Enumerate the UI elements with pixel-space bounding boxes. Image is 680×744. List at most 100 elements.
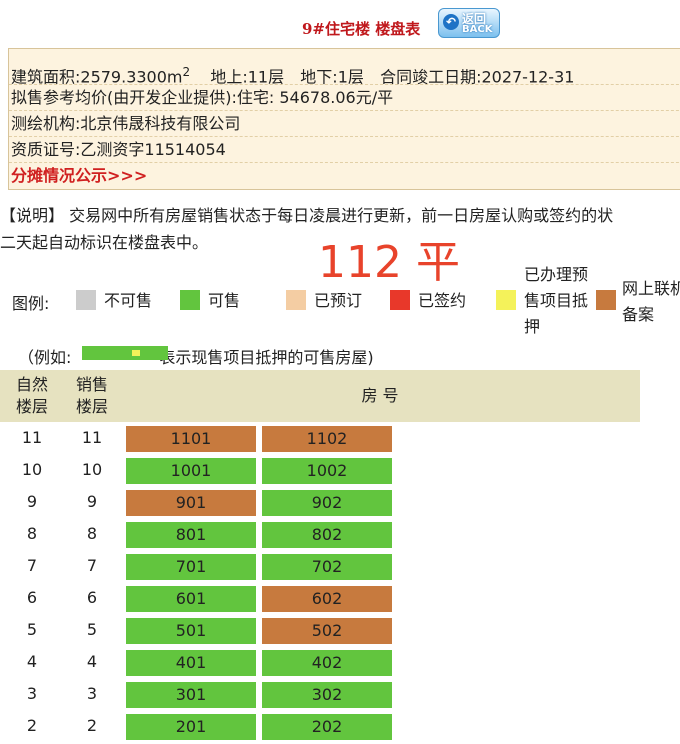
unit-cell[interactable]: 402 [262,650,392,676]
sales-floor-cell: 9 [86,492,98,511]
natural-floor-cell: 3 [26,684,38,703]
unit-cell[interactable]: 602 [262,586,392,612]
unit-cell[interactable]: 902 [262,490,392,516]
table-row: 4 4 401 402 [0,646,640,678]
sales-floor-cell: 5 [86,620,98,639]
table-row: 7 7 701 702 [0,550,640,582]
note-line-1: 【说明】 交易网中所有房屋销售状态于每日凌晨进行更新，前一日房屋认购或签约的状 [0,206,614,225]
legend-swatch-reserved [286,290,306,310]
floors-above: 地上:11层 [210,67,285,87]
sales-floor-cell: 8 [86,524,98,543]
certificate-number: 资质证号:乙测资字11514054 [11,140,226,159]
table-row: 3 3 301 302 [0,678,640,710]
legend-label: 图例: [12,294,50,313]
example-prefix: （例如: [18,348,72,367]
back-arrow-icon: ↶ [443,14,459,30]
header: 9#住宅楼 楼盘表 ↶ 返回 BACK [0,6,680,40]
unit-cell[interactable]: 702 [262,554,392,580]
legend: 图例: 不可售 可售 已预订 已签约 已办理预 售项目抵 押 网上联机 备案 [0,262,680,342]
legend-text-available: 可售 [208,291,241,310]
col-room-number: 房 号 [361,386,399,405]
natural-floor-cell: 11 [21,428,43,447]
completion-date: 合同竣工日期:2027-12-31 [380,67,575,87]
sales-floor-cell: 4 [86,652,98,671]
legend-text-signed: 已签约 [418,291,467,310]
floors-below: 地下:1层 [300,67,364,87]
natural-floor-cell: 2 [26,716,38,735]
col-natural-floor: 自然 楼层 [12,374,52,418]
legend-swatch-unavailable [76,290,96,310]
sales-floor-cell: 10 [81,460,103,479]
col-natural-floor-l1: 自然 [15,375,48,394]
info-row-area: 建筑面积:2579.3300m2 地上:11层 地下:1层 合同竣工日期:202… [9,59,680,87]
unit-cell[interactable]: 1101 [126,426,256,452]
info-row-price: 拟售参考均价(由开发企业提供):住宅: 54678.06元/平 [9,85,680,111]
survey-organization: 测绘机构:北京伟晟科技有限公司 [11,114,241,133]
area-unit-sup: 2 [182,65,191,79]
legend-text-reserved: 已预订 [314,291,363,310]
unit-cell[interactable]: 601 [126,586,256,612]
natural-floor-cell: 10 [21,460,43,479]
natural-floor-cell: 4 [26,652,38,671]
col-sales-floor: 销售 楼层 [72,374,112,418]
table-row: 11 11 1101 1102 [0,422,640,454]
unit-cell[interactable]: 201 [126,714,256,740]
building-area: 建筑面积:2579.3300m [11,67,183,87]
table-row: 5 5 501 502 [0,614,640,646]
sales-floor-cell: 2 [86,716,98,735]
natural-floor-cell: 9 [26,492,38,511]
table-row: 10 10 1001 1002 [0,454,640,486]
unit-cell[interactable]: 1102 [262,426,392,452]
unit-cell[interactable]: 401 [126,650,256,676]
example-mortgage-marker [132,350,140,356]
legend-text-mortgage-1: 已办理预 [524,265,589,284]
unit-table-header: 自然 楼层 销售 楼层 房 号 [0,370,640,422]
unit-cell[interactable]: 502 [262,618,392,644]
legend-swatch-mortgage [496,290,516,310]
sales-floor-cell: 7 [86,556,98,575]
share-info-link[interactable]: 分摊情况公示>>> [11,166,147,185]
unit-cell[interactable]: 701 [126,554,256,580]
legend-swatch-online-filed [596,290,616,310]
unit-cell[interactable]: 302 [262,682,392,708]
unit-cell[interactable]: 301 [126,682,256,708]
example-suffix: 表示现售项目抵押的可售房屋) [159,348,374,367]
table-row: 9 9 901 902 [0,486,640,518]
col-sales-floor-l2: 楼层 [75,397,108,416]
legend-text-mortgage-3: 押 [524,317,541,336]
unit-cell[interactable]: 901 [126,490,256,516]
legend-text-mortgage-2: 售项目抵 [524,291,589,310]
legend-swatch-available [180,290,200,310]
col-natural-floor-l2: 楼层 [15,397,48,416]
page-title: 9#住宅楼 楼盘表 [302,20,421,38]
table-row: 2 2 201 202 [0,710,640,742]
unit-cell[interactable]: 802 [262,522,392,548]
legend-text-online-filed-2: 备案 [622,305,655,324]
info-row-share: 分摊情况公示>>> [9,163,680,189]
sales-floor-cell: 6 [86,588,98,607]
average-price: 拟售参考均价(由开发企业提供):住宅: 54678.06元/平 [11,88,394,107]
example-text: （例如: 表示现售项目抵押的可售房屋) [18,344,374,368]
unit-cell[interactable]: 801 [126,522,256,548]
natural-floor-cell: 5 [26,620,38,639]
natural-floor-cell: 7 [26,556,38,575]
info-row-cert: 资质证号:乙测资字11514054 [9,137,680,163]
sales-floor-cell: 11 [81,428,103,447]
unit-cell[interactable]: 1001 [126,458,256,484]
legend-text-unavailable: 不可售 [104,291,153,310]
natural-floor-cell: 8 [26,524,38,543]
natural-floor-cell: 6 [26,588,38,607]
info-row-survey: 测绘机构:北京伟晟科技有限公司 [9,111,680,137]
legend-text-online-filed-1: 网上联机 [622,279,680,298]
sales-floor-cell: 3 [86,684,98,703]
back-button[interactable]: ↶ 返回 BACK [438,8,500,38]
back-label-en: BACK [462,24,493,35]
legend-swatch-signed [390,290,410,310]
unit-cell[interactable]: 501 [126,618,256,644]
unit-cell[interactable]: 202 [262,714,392,740]
example-swatch [82,346,168,360]
project-info-panel: 建筑面积:2579.3300m2 地上:11层 地下:1层 合同竣工日期:202… [8,48,680,190]
col-sales-floor-l1: 销售 [75,375,108,394]
table-row: 6 6 601 602 [0,582,640,614]
unit-cell[interactable]: 1002 [262,458,392,484]
